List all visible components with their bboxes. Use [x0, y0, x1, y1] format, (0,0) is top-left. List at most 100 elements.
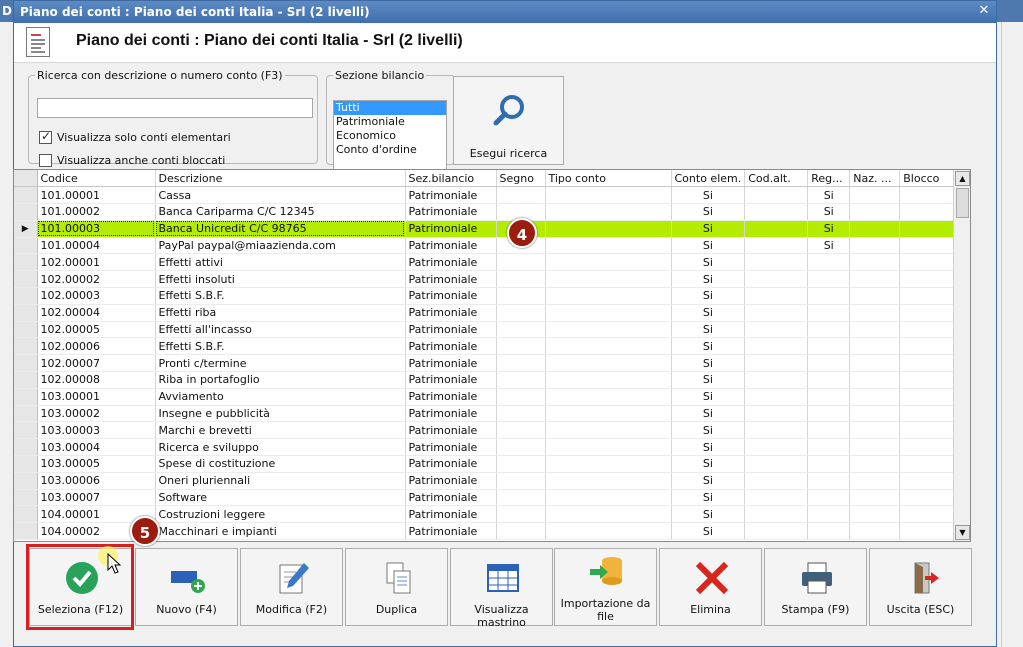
table-row[interactable]: 103.00002 Insegne e pubblicità Patrimonial… — [14, 405, 958, 423]
cell-tipo-conto[interactable] — [545, 287, 672, 305]
cell-blocco[interactable] — [899, 388, 958, 406]
cell-conto-elem[interactable]: Si — [671, 237, 746, 255]
cell-descrizione[interactable]: Banca Cariparma C/C 12345 — [155, 203, 406, 221]
cell-cod-alt[interactable] — [744, 203, 809, 221]
cell-sez-bilancio[interactable]: Patrimoniale — [405, 270, 497, 289]
print-button[interactable]: Stampa (F9) — [764, 548, 867, 626]
cell-segno[interactable] — [496, 455, 546, 473]
cell-reg[interactable] — [807, 388, 851, 406]
row-indicator[interactable] — [14, 270, 38, 289]
cell-descrizione[interactable]: Marchi e brevetti — [155, 421, 406, 440]
cell-naz[interactable] — [849, 321, 901, 339]
cell-codice[interactable]: 101.00004 — [37, 237, 156, 255]
scroll-up-arrow-icon[interactable]: ▲ — [955, 171, 970, 186]
cell-reg[interactable] — [807, 405, 851, 423]
cell-sez-bilancio[interactable]: Patrimoniale — [405, 186, 497, 205]
cell-tipo-conto[interactable] — [545, 489, 672, 507]
cell-tipo-conto[interactable] — [545, 337, 672, 356]
cell-naz[interactable] — [849, 522, 901, 541]
cell-sez-bilancio[interactable]: Patrimoniale — [405, 371, 497, 389]
col-header-tipo-conto[interactable]: Tipo conto — [545, 170, 672, 188]
cell-blocco[interactable] — [899, 405, 958, 423]
cell-cod-alt[interactable] — [744, 472, 809, 490]
cell-naz[interactable] — [849, 337, 901, 356]
cell-descrizione[interactable]: Effetti riba — [155, 304, 406, 322]
cell-codice[interactable]: 102.00001 — [37, 253, 156, 272]
row-indicator[interactable] — [14, 438, 38, 457]
cell-cod-alt[interactable] — [744, 455, 809, 473]
sezione-option-patrimoniale[interactable]: Patrimoniale — [334, 115, 446, 129]
table-row[interactable]: 102.00006 Effetti S.B.F. Patrimoniale Si — [14, 337, 958, 356]
checkbox-unchecked-icon[interactable] — [39, 154, 52, 167]
cell-tipo-conto[interactable] — [545, 270, 672, 289]
cell-segno[interactable] — [496, 388, 546, 406]
cell-naz[interactable] — [849, 253, 901, 272]
cell-segno[interactable] — [496, 472, 546, 490]
cell-reg[interactable]: Si — [807, 237, 851, 255]
cell-cod-alt[interactable] — [744, 186, 809, 205]
cell-naz[interactable] — [849, 388, 901, 406]
cell-segno[interactable] — [496, 321, 546, 339]
cell-codice[interactable]: 102.00004 — [37, 304, 156, 322]
cell-reg[interactable] — [807, 522, 851, 541]
cell-conto-elem[interactable]: Si — [671, 220, 746, 238]
cell-codice[interactable]: 103.00002 — [37, 405, 156, 423]
cell-descrizione[interactable]: Macchinari e impianti — [155, 522, 406, 541]
cell-sez-bilancio[interactable]: Patrimoniale — [405, 321, 497, 339]
cell-blocco[interactable] — [899, 505, 958, 524]
row-indicator[interactable] — [14, 505, 38, 524]
cell-descrizione[interactable]: Effetti all'incasso — [155, 321, 406, 339]
cell-tipo-conto[interactable] — [545, 455, 672, 473]
cell-sez-bilancio[interactable]: Patrimoniale — [405, 455, 497, 473]
table-row[interactable]: 102.00005 Effetti all'incasso Patrimoniale… — [14, 321, 958, 339]
cell-blocco[interactable] — [899, 354, 958, 373]
cell-sez-bilancio[interactable]: Patrimoniale — [405, 405, 497, 423]
cell-naz[interactable] — [849, 405, 901, 423]
cell-naz[interactable] — [849, 203, 901, 221]
cell-descrizione[interactable]: Oneri pluriennali — [155, 472, 406, 490]
cell-cod-alt[interactable] — [744, 421, 809, 440]
cell-naz[interactable] — [849, 220, 901, 238]
cell-reg[interactable] — [807, 270, 851, 289]
cell-sez-bilancio[interactable]: Patrimoniale — [405, 337, 497, 356]
cell-descrizione[interactable]: Effetti insoluti — [155, 270, 406, 289]
cell-reg[interactable] — [807, 455, 851, 473]
cell-conto-elem[interactable]: Si — [671, 505, 746, 524]
cell-cod-alt[interactable] — [744, 388, 809, 406]
cell-naz[interactable] — [849, 186, 901, 205]
cell-conto-elem[interactable]: Si — [671, 270, 746, 289]
cell-sez-bilancio[interactable]: Patrimoniale — [405, 253, 497, 272]
cell-segno[interactable] — [496, 505, 546, 524]
cell-sez-bilancio[interactable]: Patrimoniale — [405, 421, 497, 440]
cell-tipo-conto[interactable] — [545, 321, 672, 339]
cell-descrizione[interactable]: Insegne e pubblicità — [155, 405, 406, 423]
cell-tipo-conto[interactable] — [545, 505, 672, 524]
cell-sez-bilancio[interactable]: Patrimoniale — [405, 220, 497, 238]
cell-naz[interactable] — [849, 270, 901, 289]
col-header-blocco[interactable]: Blocco — [899, 170, 958, 188]
cell-segno[interactable] — [496, 438, 546, 457]
cell-blocco[interactable] — [899, 253, 958, 272]
cell-cod-alt[interactable] — [744, 354, 809, 373]
row-indicator[interactable] — [14, 421, 38, 440]
table-row[interactable]: 101.00002 Banca Cariparma C/C 12345 Patrim… — [14, 203, 958, 221]
row-indicator[interactable] — [14, 287, 38, 305]
col-header-conto-elem[interactable]: Conto elem. — [671, 170, 746, 188]
cell-segno[interactable] — [496, 186, 546, 205]
scroll-down-arrow-icon[interactable]: ▼ — [955, 525, 970, 540]
col-header-segno[interactable]: Segno — [496, 170, 546, 188]
cell-tipo-conto[interactable] — [545, 253, 672, 272]
cell-descrizione[interactable]: Banca Unicredit C/C 98765 — [155, 220, 406, 238]
cell-codice[interactable]: 102.00008 — [37, 371, 156, 389]
search-button[interactable]: Esegui ricerca — [453, 76, 564, 165]
sezione-option-economico[interactable]: Economico — [334, 129, 446, 143]
cell-reg[interactable] — [807, 489, 851, 507]
cell-tipo-conto[interactable] — [545, 354, 672, 373]
cell-sez-bilancio[interactable]: Patrimoniale — [405, 304, 497, 322]
checkbox-checked-icon[interactable] — [39, 129, 52, 144]
cell-descrizione[interactable]: Spese di costituzione — [155, 455, 406, 473]
cell-conto-elem[interactable]: Si — [671, 522, 746, 541]
cell-cod-alt[interactable] — [744, 489, 809, 507]
col-header-sez-bilancio[interactable]: Sez.bilancio — [405, 170, 497, 188]
cell-codice[interactable]: 103.00007 — [37, 489, 156, 507]
